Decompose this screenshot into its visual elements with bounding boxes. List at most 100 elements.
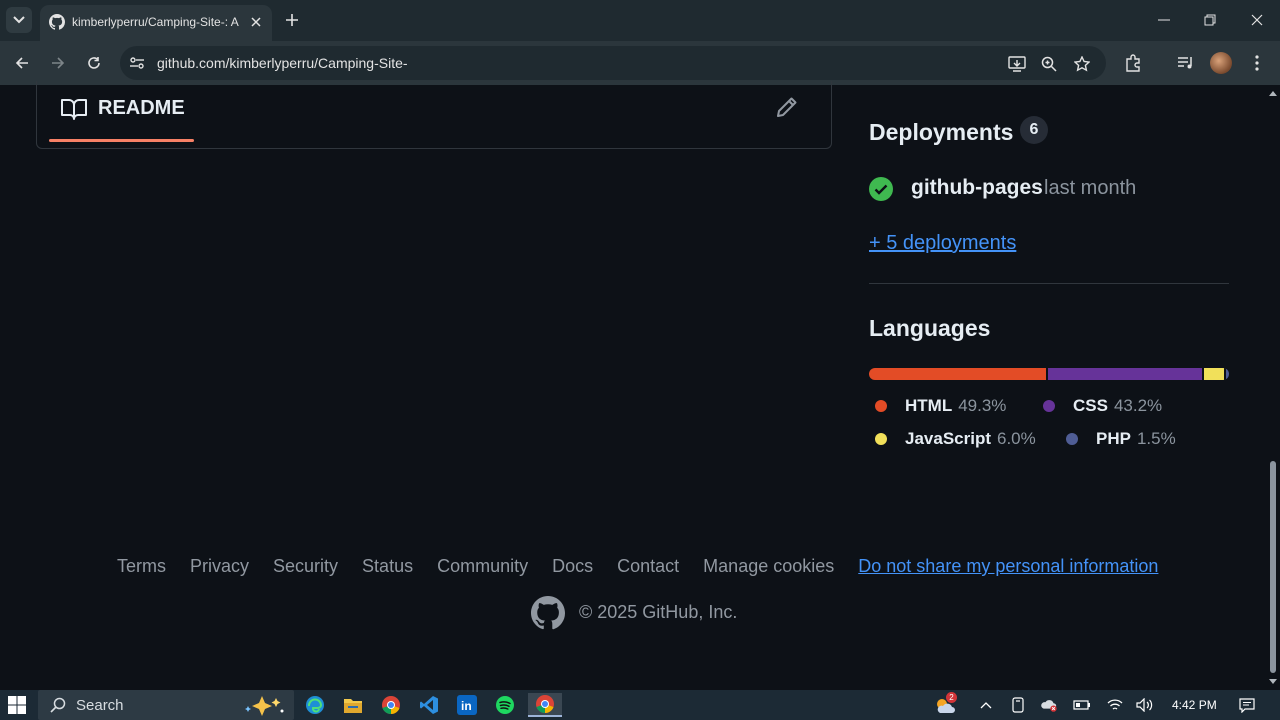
- minimize-window-button[interactable]: [1150, 8, 1178, 32]
- browser-toolbar: github.com/kimberlyperru/Camping-Site-: [0, 41, 1280, 85]
- close-icon: [1251, 14, 1263, 26]
- language-bar-segment-javascript: [1201, 368, 1224, 380]
- install-app-icon[interactable]: [1007, 54, 1027, 74]
- zoom-icon[interactable]: [1039, 54, 1059, 74]
- footer-links: Terms Privacy Security Status Community …: [117, 556, 1158, 580]
- weather-badge: 2: [946, 692, 957, 703]
- active-tab-underline: [49, 139, 194, 142]
- scrollbar-thumb[interactable]: [1270, 461, 1276, 673]
- svg-text:in: in: [461, 699, 472, 713]
- readme-tab[interactable]: README: [98, 97, 185, 120]
- footer-link-terms[interactable]: Terms: [117, 556, 166, 580]
- readme-header: README: [36, 81, 832, 149]
- taskbar-clock[interactable]: 4:42 PM: [1172, 698, 1217, 712]
- file-explorer-icon[interactable]: [340, 693, 366, 717]
- deployments-heading[interactable]: Deployments: [869, 119, 1013, 146]
- windows-start-icon[interactable]: [8, 696, 26, 714]
- forward-button[interactable]: [46, 51, 70, 75]
- bookmark-star-icon[interactable]: [1072, 54, 1092, 74]
- footer-link-privacy[interactable]: Privacy: [190, 556, 249, 580]
- extensions-icon[interactable]: [1121, 51, 1145, 75]
- reload-icon: [88, 57, 100, 69]
- language-item[interactable]: CSS 43.2%: [1043, 394, 1162, 418]
- spotify-app-icon[interactable]: [492, 693, 518, 717]
- footer-link-status[interactable]: Status: [362, 556, 413, 580]
- footer-link-manage-cookies[interactable]: Manage cookies: [703, 556, 834, 580]
- language-bar-segment-css: [1046, 368, 1202, 380]
- site-info-icon[interactable]: [129, 55, 145, 71]
- language-item[interactable]: JavaScript 6.0%: [875, 427, 1036, 451]
- deployment-time: last month: [1044, 177, 1137, 199]
- github-favicon-icon: [49, 14, 65, 30]
- tab-search-button[interactable]: [6, 7, 32, 33]
- github-logo-icon[interactable]: [531, 596, 565, 630]
- close-window-button[interactable]: [1243, 8, 1271, 32]
- language-item[interactable]: HTML 49.3%: [875, 394, 1006, 418]
- restore-icon: [1204, 14, 1216, 26]
- deployments-count-badge: 6: [1020, 116, 1048, 144]
- language-bar: [869, 368, 1229, 380]
- windows-taskbar: Search in 2 4:42 PM: [0, 690, 1280, 720]
- copilot-sparkle-icon[interactable]: [240, 694, 286, 716]
- scroll-up-arrow-icon[interactable]: [1269, 90, 1277, 96]
- onedrive-error-icon[interactable]: [1040, 696, 1058, 714]
- tab-title: kimberlyperru/Camping-Site-: A: [72, 15, 239, 29]
- language-item[interactable]: PHP 1.5%: [1066, 427, 1176, 451]
- language-name: JavaScript: [905, 429, 991, 448]
- notifications-icon[interactable]: [1238, 696, 1256, 714]
- chrome-active-app-icon[interactable]: [528, 693, 562, 717]
- weather-widget-icon[interactable]: 2: [932, 692, 958, 714]
- browser-menu-icon[interactable]: [1245, 51, 1269, 75]
- language-color-dot: [875, 400, 887, 412]
- taskbar-search-box[interactable]: Search: [38, 690, 294, 720]
- vscode-app-icon[interactable]: [416, 693, 442, 717]
- arrow-right-icon: [52, 57, 65, 69]
- profile-avatar[interactable]: [1210, 52, 1232, 74]
- linkedin-app-icon[interactable]: in: [454, 693, 480, 717]
- language-name: HTML: [905, 396, 953, 415]
- reload-button[interactable]: [82, 51, 106, 75]
- media-control-icon[interactable]: [1174, 51, 1198, 75]
- scroll-down-arrow-icon[interactable]: [1269, 679, 1277, 685]
- arrow-left-icon: [15, 57, 28, 69]
- more-deployments-link[interactable]: + 5 deployments: [869, 232, 1016, 255]
- url-text[interactable]: github.com/kimberlyperru/Camping-Site-: [157, 55, 408, 71]
- phone-link-icon[interactable]: [1009, 696, 1027, 714]
- language-percent: 6.0%: [997, 429, 1036, 448]
- language-name: CSS: [1073, 396, 1108, 415]
- plus-icon: [286, 14, 298, 26]
- address-bar[interactable]: github.com/kimberlyperru/Camping-Site-: [120, 46, 1106, 80]
- battery-icon[interactable]: [1073, 696, 1091, 714]
- footer-link-do-not-share[interactable]: Do not share my personal information: [858, 556, 1158, 580]
- language-name: PHP: [1096, 429, 1131, 448]
- deployment-environment-link[interactable]: github-pages: [911, 176, 1043, 200]
- minimize-icon: [1158, 19, 1170, 21]
- footer-link-community[interactable]: Community: [437, 556, 528, 580]
- chrome-app-icon[interactable]: [378, 693, 404, 717]
- back-button[interactable]: [10, 51, 34, 75]
- page-scrollbar[interactable]: [1266, 85, 1280, 690]
- section-divider: [869, 283, 1229, 284]
- browser-tab[interactable]: kimberlyperru/Camping-Site-: A: [40, 5, 272, 41]
- languages-heading: Languages: [869, 315, 991, 341]
- new-tab-button[interactable]: [281, 9, 303, 31]
- footer-link-security[interactable]: Security: [273, 556, 338, 580]
- language-percent: 43.2%: [1113, 396, 1163, 415]
- volume-icon[interactable]: [1136, 696, 1154, 714]
- chevron-down-icon: [13, 16, 25, 24]
- close-tab-icon[interactable]: [247, 13, 265, 31]
- language-bar-segment-php: [1223, 368, 1229, 380]
- pencil-icon[interactable]: [775, 95, 799, 119]
- restore-window-button[interactable]: [1196, 8, 1224, 32]
- footer-link-contact[interactable]: Contact: [617, 556, 679, 580]
- language-color-dot: [1066, 433, 1078, 445]
- wifi-icon[interactable]: [1106, 696, 1124, 714]
- taskbar-search-placeholder: Search: [76, 697, 124, 714]
- check-circle-icon: [869, 177, 893, 201]
- show-hidden-icons-chevron-icon[interactable]: [977, 696, 995, 714]
- language-percent: 1.5%: [1136, 429, 1176, 448]
- footer-link-docs[interactable]: Docs: [552, 556, 593, 580]
- edge-app-icon[interactable]: [302, 693, 328, 717]
- copyright-text: © 2025 GitHub, Inc.: [579, 602, 738, 622]
- language-percent: 49.3%: [958, 396, 1007, 415]
